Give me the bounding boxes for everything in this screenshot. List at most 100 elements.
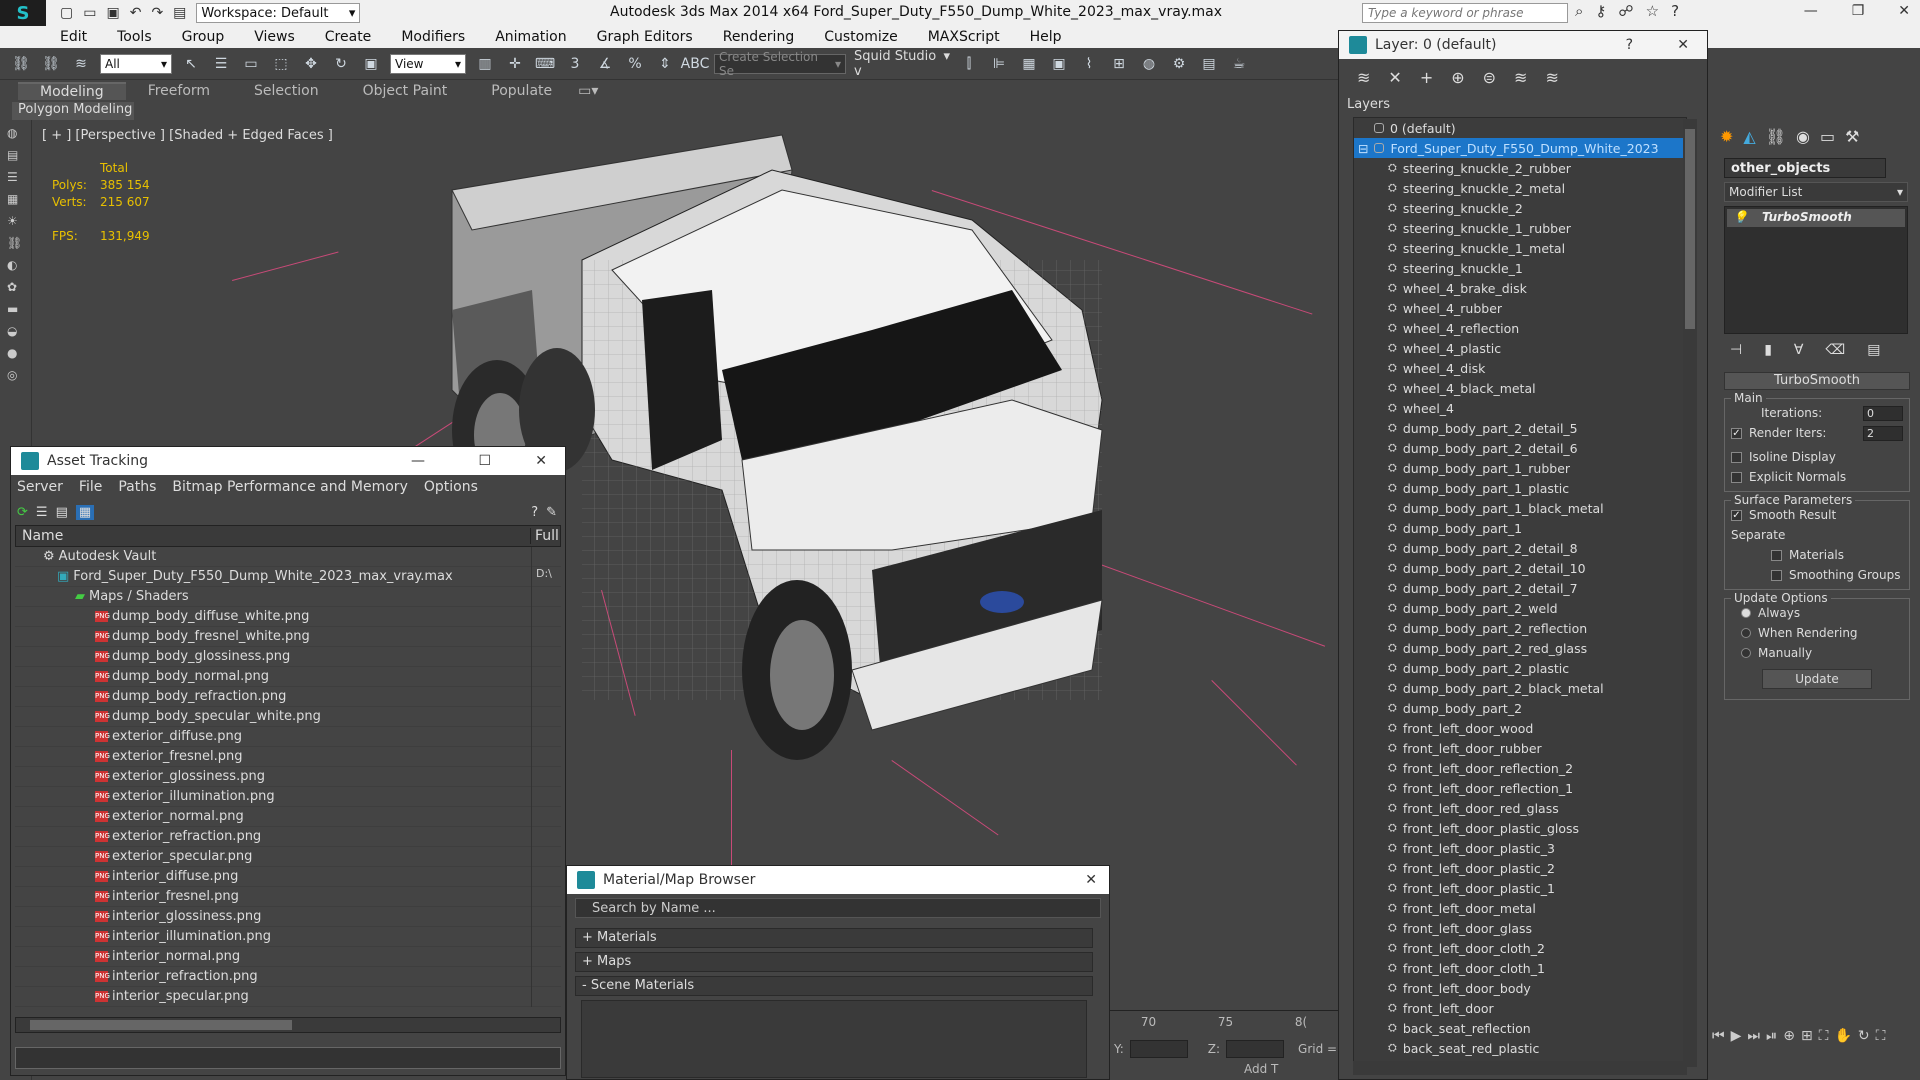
layer-object-row[interactable]: ⛭ dump_body_part_1_plastic xyxy=(1354,478,1686,498)
mirror-icon[interactable]: ⫿ xyxy=(958,53,980,75)
menu-group[interactable]: Group xyxy=(182,29,225,45)
when-rendering-radio[interactable] xyxy=(1741,628,1751,638)
scene-materials-section[interactable]: - Scene Materials xyxy=(575,976,1093,996)
texture-row[interactable]: PNG interior_diffuse.png xyxy=(15,866,561,887)
layer-object-row[interactable]: ⛭ steering_knuckle_2 xyxy=(1354,198,1686,218)
snaps-toggle-icon[interactable]: 3 xyxy=(564,53,586,75)
layer-object-row[interactable]: ⛭ front_left_door_plastic_2 xyxy=(1354,858,1686,878)
texture-row[interactable]: PNG interior_illumination.png xyxy=(15,926,561,947)
keyword-search-input[interactable]: Type a keyword or phrase xyxy=(1362,3,1568,23)
zoom-all-icon[interactable]: ⊞ xyxy=(1801,1028,1813,1076)
layer-object-row[interactable]: ⛭ wheel_4 xyxy=(1354,398,1686,418)
menu-paths[interactable]: Paths xyxy=(118,479,156,495)
modifier-stack-item[interactable]: 💡 TurboSmooth xyxy=(1727,209,1905,227)
layer-object-row[interactable]: ⛭ dump_body_part_2_detail_6 xyxy=(1354,438,1686,458)
layer-icon[interactable]: ▤ xyxy=(7,148,25,164)
highlight-layer-icon[interactable]: ≋ xyxy=(1514,68,1527,87)
texture-row[interactable]: PNG exterior_specular.png xyxy=(15,846,561,867)
configure-sets-icon[interactable]: ▤ xyxy=(1867,342,1880,358)
pin-icon[interactable]: ✎ xyxy=(546,505,557,520)
restore-icon[interactable]: ❐ xyxy=(1852,3,1865,19)
scale-icon[interactable]: ▣ xyxy=(360,53,382,75)
box-icon[interactable]: ▬ xyxy=(7,302,25,318)
tab-freeform[interactable]: Freeform xyxy=(126,83,232,99)
delete-layer-icon[interactable]: ✕ xyxy=(1388,68,1401,87)
rendered-frame-icon[interactable]: ▤ xyxy=(1198,53,1220,75)
grid-icon[interactable]: ▦ xyxy=(7,192,25,208)
select-by-name-icon[interactable]: ☰ xyxy=(210,53,232,75)
thumbnail-view-icon[interactable]: ▤ xyxy=(56,505,68,520)
asset-status-field[interactable] xyxy=(15,1047,561,1069)
maximize-icon[interactable]: ☐ xyxy=(478,453,491,469)
scrollbar-thumb[interactable] xyxy=(1685,129,1695,329)
select-layer-icon[interactable]: ⊜ xyxy=(1483,68,1496,87)
texture-row[interactable]: PNG dump_body_diffuse_white.png xyxy=(15,606,561,627)
layer-object-row[interactable]: ⛭ front_left_door_plastic_3 xyxy=(1354,838,1686,858)
layer-object-row[interactable]: ⛭ steering_knuckle_2_metal xyxy=(1354,178,1686,198)
z-field[interactable] xyxy=(1226,1040,1285,1058)
layer-object-row[interactable]: ⛭ front_left_door xyxy=(1354,998,1686,1018)
rotate-icon[interactable]: ↻ xyxy=(330,53,352,75)
named-selection-set-dropdown[interactable]: Create Selection Se ▾ xyxy=(714,50,846,78)
hide-layers-icon[interactable]: ≋ xyxy=(1545,68,1558,87)
object-name-field[interactable]: other_objects xyxy=(1724,158,1886,178)
link-icon[interactable]: ⛓ xyxy=(7,236,25,252)
people-icon[interactable]: ☍ xyxy=(1618,2,1633,20)
add-time-tag[interactable]: Add T xyxy=(1244,1062,1278,1076)
texture-row[interactable]: PNG exterior_illumination.png xyxy=(15,786,561,807)
scene-materials-area[interactable] xyxy=(581,1000,1087,1078)
menu-customize[interactable]: Customize xyxy=(824,29,898,45)
horizontal-scrollbar[interactable] xyxy=(15,1017,561,1033)
window-crossing-icon[interactable]: ⬚ xyxy=(270,53,292,75)
keyboard-shortcut-icon[interactable]: ⌨ xyxy=(534,53,556,75)
menu-rendering[interactable]: Rendering xyxy=(723,29,795,45)
smoothing-groups-checkbox[interactable] xyxy=(1771,569,1782,581)
texture-row[interactable]: PNG exterior_normal.png xyxy=(15,806,561,827)
ref-coord-dropdown[interactable]: View ▾ xyxy=(390,53,466,74)
materials-checkbox[interactable] xyxy=(1771,549,1782,561)
hierarchy-tab-icon[interactable]: ⛓ xyxy=(1766,127,1786,146)
layer-object-row[interactable]: ⛭ front_left_door_body xyxy=(1354,978,1686,998)
motion-tab-icon[interactable]: ◉ xyxy=(1796,127,1810,146)
teapot-icon[interactable]: ◒ xyxy=(7,324,25,340)
menu-tools[interactable]: Tools xyxy=(117,29,152,45)
layer-object-row[interactable]: ⛭ steering_knuckle_2_rubber xyxy=(1354,158,1686,178)
tab-object-paint[interactable]: Object Paint xyxy=(341,83,470,99)
texture-row[interactable]: PNG dump_body_refraction.png xyxy=(15,686,561,707)
layer-vertical-scrollbar[interactable] xyxy=(1683,119,1697,1067)
unlink-icon[interactable]: ⛓ xyxy=(40,53,62,75)
texture-row[interactable]: PNG exterior_fresnel.png xyxy=(15,746,561,767)
menu-views[interactable]: Views xyxy=(254,29,295,45)
link-icon[interactable]: ⛓ xyxy=(10,53,32,75)
layer-object-row[interactable]: ⛭ dump_body_part_1_black_metal xyxy=(1354,498,1686,518)
zoom-icon[interactable]: ⊕ xyxy=(1783,1028,1795,1076)
menu-create[interactable]: Create xyxy=(325,29,372,45)
schematic-view-icon[interactable]: ⊞ xyxy=(1108,53,1130,75)
layer-object-row[interactable]: ⛭ dump_body_part_1_rubber xyxy=(1354,458,1686,478)
camera-icon[interactable]: ◐ xyxy=(7,258,25,274)
layer-object-row[interactable]: ⛭ front_left_door_reflection_1 xyxy=(1354,778,1686,798)
help-icon[interactable]: ? xyxy=(531,505,538,520)
align-icon[interactable]: ⊫ xyxy=(988,53,1010,75)
selection-filter-dropdown[interactable]: All ▾ xyxy=(100,53,172,74)
key-icon[interactable]: ⚷ xyxy=(1595,2,1606,20)
refresh-icon[interactable]: ⟳ xyxy=(17,505,28,520)
pivot-icon[interactable]: ▥ xyxy=(474,53,496,75)
layer-object-row[interactable]: ⛭ dump_body_part_2_black_metal xyxy=(1354,678,1686,698)
list-icon[interactable]: ☰ xyxy=(7,170,25,186)
explicit-normals-checkbox[interactable] xyxy=(1731,471,1742,483)
menu-maxscript[interactable]: MAXScript xyxy=(928,29,1000,45)
texture-row[interactable]: PNG interior_glossiness.png xyxy=(15,906,561,927)
close-icon[interactable]: ✕ xyxy=(1085,872,1097,888)
layer-manager-icon[interactable]: ▦ xyxy=(1018,53,1040,75)
texture-row[interactable]: PNG exterior_glossiness.png xyxy=(15,766,561,787)
utilities-tab-icon[interactable]: ⚒ xyxy=(1845,127,1859,146)
layer-object-row[interactable]: ⛭ wheel_4_black_metal xyxy=(1354,378,1686,398)
key-mode-icon[interactable]: ⏯ xyxy=(1766,1028,1777,1076)
ribbon-options-icon[interactable]: ▭▾ xyxy=(574,83,602,99)
spinner-snap-icon[interactable]: ⇕ xyxy=(654,53,676,75)
angle-snap-icon[interactable]: ∡ xyxy=(594,53,616,75)
pin-stack-icon[interactable]: ⊣ xyxy=(1730,342,1742,358)
turbosmooth-rollout-header[interactable]: TurboSmooth xyxy=(1724,372,1910,390)
close-icon[interactable]: ✕ xyxy=(535,453,547,469)
